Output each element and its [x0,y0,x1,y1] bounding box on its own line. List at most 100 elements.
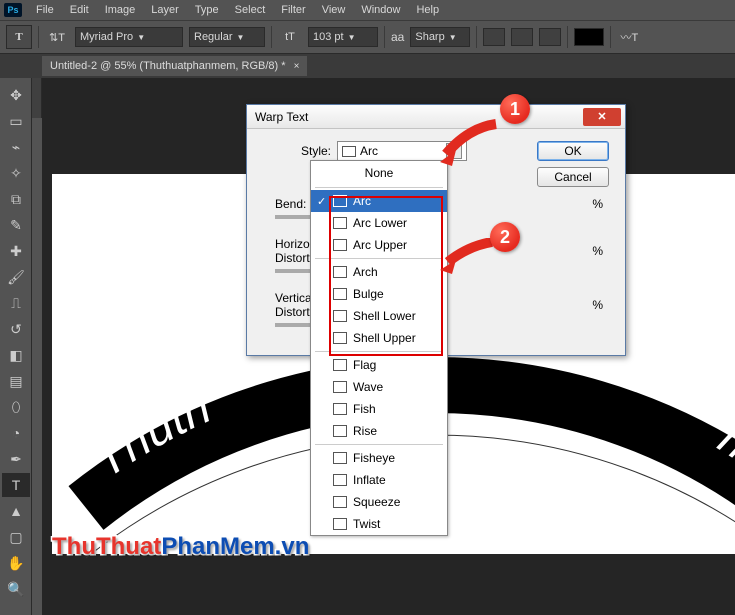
app-icon: Ps [4,3,22,17]
marquee-tool-icon[interactable]: ▭ [2,109,30,133]
separator [38,26,39,48]
style-option-shell-lower[interactable]: Shell Lower [311,305,447,327]
style-option-arc[interactable]: Arc [311,190,447,212]
close-icon: ✕ [597,110,606,123]
style-option-bulge[interactable]: Bulge [311,283,447,305]
history-brush-tool-icon[interactable]: ↺ [2,317,30,341]
fish-icon [333,403,347,415]
zoom-tool-icon[interactable]: 🔍 [2,577,30,601]
dialog-close-button[interactable]: ✕ [583,108,621,126]
style-option-arch[interactable]: Arch [311,261,447,283]
separator [567,26,568,48]
panel-collapse-strip[interactable] [32,78,42,118]
bulge-icon [333,288,347,300]
separator [384,26,385,48]
menu-window[interactable]: Window [353,1,408,19]
blur-tool-icon[interactable]: ⬯ [2,395,30,419]
inflate-icon [333,474,347,486]
chevron-down-icon: ▼ [449,33,457,42]
style-option-none[interactable]: None [311,161,447,185]
align-left-button[interactable] [483,28,505,46]
magic-wand-tool-icon[interactable]: ✧ [2,161,30,185]
healing-brush-tool-icon[interactable]: ✚ [2,239,30,263]
eraser-tool-icon[interactable]: ◧ [2,343,30,367]
active-tool-preset-icon[interactable]: T [6,25,32,49]
chevron-down-icon: ▼ [237,33,245,42]
vdist-unit: % [592,298,603,312]
rectangle-tool-icon[interactable]: ▢ [2,525,30,549]
brush-tool-icon[interactable]: 🖌 [2,265,30,289]
pen-tool-icon[interactable]: ✒ [2,447,30,471]
hdist-unit: % [592,244,603,258]
watermark: ThuThuatPhanMem.vn [52,533,309,561]
document-tab-strip: Untitled-2 @ 55% (Thuthuatphanmem, RGB/8… [0,54,735,78]
style-option-wave[interactable]: Wave [311,376,447,398]
style-option-fish[interactable]: Fish [311,398,447,420]
divider [315,187,443,188]
antialias-select[interactable]: Sharp ▼ [410,27,470,47]
fisheye-icon [333,452,347,464]
style-option-squeeze[interactable]: Squeeze [311,491,447,513]
menu-type[interactable]: Type [187,1,227,19]
dodge-tool-icon[interactable]: ◔ [2,421,30,445]
chevron-down-icon: ▼ [137,33,145,42]
eyedropper-tool-icon[interactable]: ✎ [2,213,30,237]
font-size-icon: tT [278,26,302,48]
watermark-part2: PhanMem [161,533,274,560]
style-option-flag[interactable]: Flag [311,354,447,376]
divider [315,351,443,352]
menu-help[interactable]: Help [408,1,447,19]
font-style-select[interactable]: Regular ▼ [189,27,265,47]
style-dropdown-list: None Arc Arc Lower Arc Upper Arch Bulge … [310,160,448,536]
shell-lower-icon [333,310,347,322]
dialog-titlebar[interactable]: Warp Text ✕ [247,105,625,129]
type-tool-icon[interactable]: T [2,473,30,497]
align-right-button[interactable] [539,28,561,46]
style-option-arc-lower[interactable]: Arc Lower [311,212,447,234]
menu-view[interactable]: View [314,1,354,19]
style-option-rise[interactable]: Rise [311,420,447,442]
watermark-ext: .vn [275,533,310,560]
style-option-fisheye[interactable]: Fisheye [311,447,447,469]
font-family-select[interactable]: Myriad Pro ▼ [75,27,183,47]
menubar: Ps File Edit Image Layer Type Select Fil… [0,0,735,20]
ok-button[interactable]: OK [537,141,609,161]
style-option-inflate[interactable]: Inflate [311,469,447,491]
bend-unit: % [592,197,603,211]
arc-upper-icon [333,239,347,251]
cancel-button[interactable]: Cancel [537,167,609,187]
path-selection-tool-icon[interactable]: ▲ [2,499,30,523]
orientation-icon[interactable]: ⇅T [45,26,69,48]
font-size-select[interactable]: 103 pt ▼ [308,27,378,47]
menu-layer[interactable]: Layer [143,1,187,19]
close-icon[interactable]: × [294,61,300,72]
style-option-twist[interactable]: Twist [311,513,447,535]
document-tab[interactable]: Untitled-2 @ 55% (Thuthuatphanmem, RGB/8… [42,56,307,76]
lasso-tool-icon[interactable]: ⌁ [2,135,30,159]
align-center-button[interactable] [511,28,533,46]
squeeze-icon [333,496,347,508]
text-color-swatch[interactable] [574,28,604,46]
menu-select[interactable]: Select [227,1,274,19]
separator [271,26,272,48]
warp-text-icon[interactable]: 〰T [617,26,641,48]
menu-image[interactable]: Image [97,1,144,19]
move-tool-icon[interactable]: ✥ [2,83,30,107]
arc-lower-icon [333,217,347,229]
separator [610,26,611,48]
gradient-tool-icon[interactable]: ▤ [2,369,30,393]
style-option-arc-upper[interactable]: Arc Upper [311,234,447,256]
crop-tool-icon[interactable]: ⧉ [2,187,30,211]
menu-file[interactable]: File [28,1,62,19]
hand-tool-icon[interactable]: ✋ [2,551,30,575]
menu-filter[interactable]: Filter [273,1,313,19]
style-label: Style: [275,144,331,158]
clone-stamp-tool-icon[interactable]: ⎍ [2,291,30,315]
menu-edit[interactable]: Edit [62,1,97,19]
style-option-shell-upper[interactable]: Shell Upper [311,327,447,349]
font-family-value: Myriad Pro [80,31,133,43]
rise-icon [333,425,347,437]
dialog-title: Warp Text [255,110,308,124]
twist-icon [333,518,347,530]
font-style-value: Regular [194,31,233,43]
